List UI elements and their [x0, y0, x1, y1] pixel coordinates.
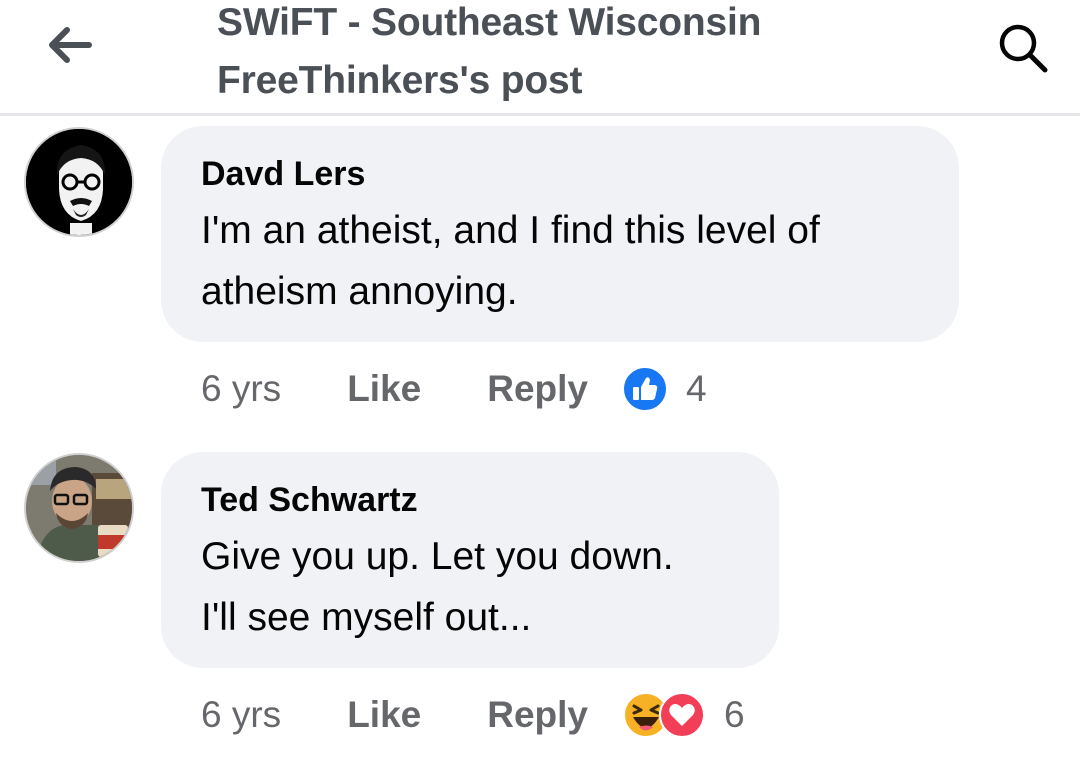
comment-text: Give you up. Let you down. I'll see myse…: [201, 526, 739, 648]
comment-text: I'm an atheist, and I find this level of…: [201, 200, 919, 322]
comment-author[interactable]: Davd Lers: [201, 152, 919, 196]
back-button[interactable]: [38, 20, 100, 70]
avatar[interactable]: [24, 127, 134, 237]
reaction-count: 6: [724, 694, 745, 735]
comment-bubble[interactable]: Ted Schwartz Give you up. Let you down. …: [161, 452, 779, 668]
page-title-line: SWiFT - Southeast Wisconsin: [217, 1, 762, 44]
comment-text-line: I'll see myself out...: [201, 596, 532, 639]
reply-button[interactable]: Reply: [487, 368, 588, 410]
comment-text-line: I'm an atheist, and I find this level of: [201, 209, 820, 252]
reaction-count: 4: [686, 368, 707, 409]
comment-author[interactable]: Ted Schwartz: [201, 478, 739, 522]
love-reaction-icon: [659, 692, 705, 738]
comment-actions: 6 yrs Like Reply 6: [201, 685, 745, 745]
comment-timestamp[interactable]: 6 yrs: [201, 368, 281, 410]
search-icon: [999, 24, 1048, 73]
search-button[interactable]: [990, 18, 1056, 78]
comment-text-line: Give you up. Let you down.: [201, 535, 674, 578]
arrow-left-icon: [49, 27, 92, 63]
reactions-summary[interactable]: 6: [622, 691, 745, 739]
like-button[interactable]: Like: [347, 694, 421, 736]
like-button[interactable]: Like: [347, 368, 421, 410]
comment-actions: 6 yrs Like Reply 4: [201, 359, 707, 419]
top-bar: SWiFT - Southeast Wisconsin FreeThinkers…: [0, 0, 1080, 116]
user-portrait-icon: [26, 129, 132, 235]
user-portrait-icon: [26, 455, 132, 561]
like-reaction-icon: [622, 366, 668, 412]
comment-timestamp[interactable]: 6 yrs: [201, 694, 281, 736]
page-title-line: FreeThinkers's post: [217, 59, 583, 102]
page-title: SWiFT - Southeast Wisconsin FreeThinkers…: [217, 0, 937, 110]
reactions-summary[interactable]: 4: [622, 366, 707, 412]
comment-text-line: atheism annoying.: [201, 270, 518, 313]
comment-bubble[interactable]: Davd Lers I'm an atheist, and I find thi…: [161, 126, 959, 342]
reply-button[interactable]: Reply: [487, 694, 588, 736]
avatar[interactable]: [24, 453, 134, 563]
